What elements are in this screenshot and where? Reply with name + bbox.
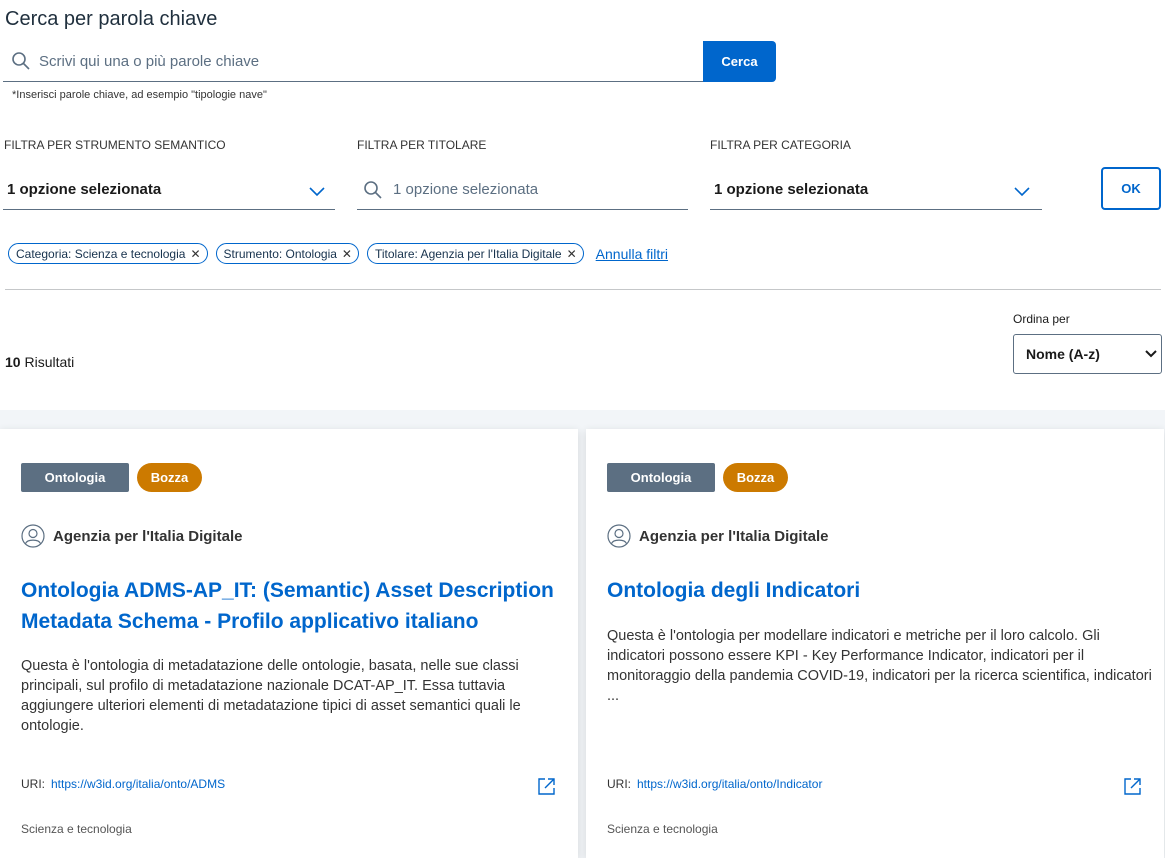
chevron-down-icon: [1014, 184, 1030, 201]
close-icon[interactable]: ✕: [567, 247, 577, 261]
status-badge: Bozza: [137, 463, 202, 492]
user-icon: [21, 524, 45, 548]
filter-titolare-placeholder: 1 opzione selezionata: [393, 181, 539, 198]
filter-categoria-value: 1 opzione selezionata: [714, 181, 869, 198]
filter-strumento-select[interactable]: 1 opzione selezionata: [3, 170, 335, 210]
chevron-down-icon: [1145, 350, 1157, 358]
uri-label: URI:: [607, 777, 631, 791]
filter-chip-label: Strumento: Ontologia: [223, 246, 337, 261]
filter-titolare-label: FILTRA PER TITOLARE: [357, 138, 487, 152]
sort-value: Nome (A-z): [1026, 346, 1100, 362]
uri-row: URI: https://w3id.org/italia/onto/ADMS: [21, 777, 225, 791]
owner-name: Agenzia per l'Italia Digitale: [639, 527, 829, 545]
sort-label: Ordina per: [1013, 312, 1070, 326]
result-card: Ontologia Bozza Agenzia per l'Italia Dig…: [586, 429, 1164, 858]
uri-link[interactable]: https://w3id.org/italia/onto/Indicator: [637, 777, 822, 791]
filter-chip[interactable]: Titolare: Agenzia per l'Italia Digitale …: [366, 243, 584, 264]
page-title: Cerca per parola chiave: [5, 8, 218, 30]
owner: Agenzia per l'Italia Digitale: [21, 524, 242, 548]
filter-chip[interactable]: Categoria: Scienza e tecnologia ✕: [8, 243, 208, 264]
search-box[interactable]: [3, 41, 703, 82]
card-category: Scienza e tecnologia: [21, 822, 132, 836]
filter-chip-label: Categoria: Scienza e tecnologia: [16, 246, 186, 261]
filter-categoria-label: FILTRA PER CATEGORIA: [710, 138, 851, 152]
close-icon[interactable]: ✕: [342, 247, 352, 261]
card-description: Questa è l'ontologia per modellare indic…: [607, 628, 1152, 704]
external-link-icon[interactable]: [537, 777, 556, 801]
search-icon: [363, 180, 383, 200]
results-count-label: Risultati: [24, 354, 75, 370]
results-count-number: 10: [5, 354, 21, 370]
ok-button[interactable]: OK: [1101, 167, 1161, 210]
card-category: Scienza e tecnologia: [607, 822, 718, 836]
filter-titolare-input[interactable]: 1 opzione selezionata: [357, 170, 688, 210]
filter-chip-label: Titolare: Agenzia per l'Italia Digitale: [374, 246, 562, 261]
search-button[interactable]: Cerca: [703, 41, 776, 82]
card-title-link[interactable]: Ontologia ADMS-AP_IT: (Semantic) Asset D…: [21, 575, 561, 637]
divider: [5, 289, 1161, 290]
filter-strumento-value: 1 opzione selezionata: [7, 181, 162, 198]
search-hint: *Inserisci parole chiave, ad esempio "ti…: [12, 89, 267, 101]
uri-label: URI:: [21, 777, 45, 791]
card-title-link[interactable]: Ontologia degli Indicatori: [607, 575, 1147, 606]
result-card: Ontologia Bozza Agenzia per l'Italia Dig…: [0, 429, 578, 858]
filter-strumento-label: FILTRA PER STRUMENTO SEMANTICO: [4, 138, 226, 152]
external-link-icon[interactable]: [1123, 777, 1142, 801]
reset-filters-link[interactable]: Annulla filtri: [596, 246, 668, 262]
chevron-down-icon: [309, 184, 325, 201]
owner: Agenzia per l'Italia Digitale: [607, 524, 828, 548]
user-icon: [607, 524, 631, 548]
type-badge: Ontologia: [607, 463, 715, 492]
filter-categoria-select[interactable]: 1 opzione selezionata: [710, 170, 1042, 210]
type-badge: Ontologia: [21, 463, 129, 492]
results-count: 10 Risultati: [5, 354, 74, 370]
close-icon[interactable]: ✕: [190, 247, 200, 261]
card-description: Questa è l'ontologia di metadatazione de…: [21, 658, 521, 734]
owner-name: Agenzia per l'Italia Digitale: [53, 527, 243, 545]
filter-chip[interactable]: Strumento: Ontologia ✕: [215, 243, 359, 264]
active-filters: Categoria: Scienza e tecnologia ✕ Strume…: [8, 243, 668, 264]
uri-link[interactable]: https://w3id.org/italia/onto/ADMS: [51, 777, 225, 791]
search-icon: [3, 41, 39, 82]
sort-select[interactable]: Nome (A-z): [1013, 334, 1162, 374]
status-badge: Bozza: [723, 463, 788, 492]
search-input[interactable]: [39, 46, 639, 76]
uri-row: URI: https://w3id.org/italia/onto/Indica…: [607, 777, 822, 791]
